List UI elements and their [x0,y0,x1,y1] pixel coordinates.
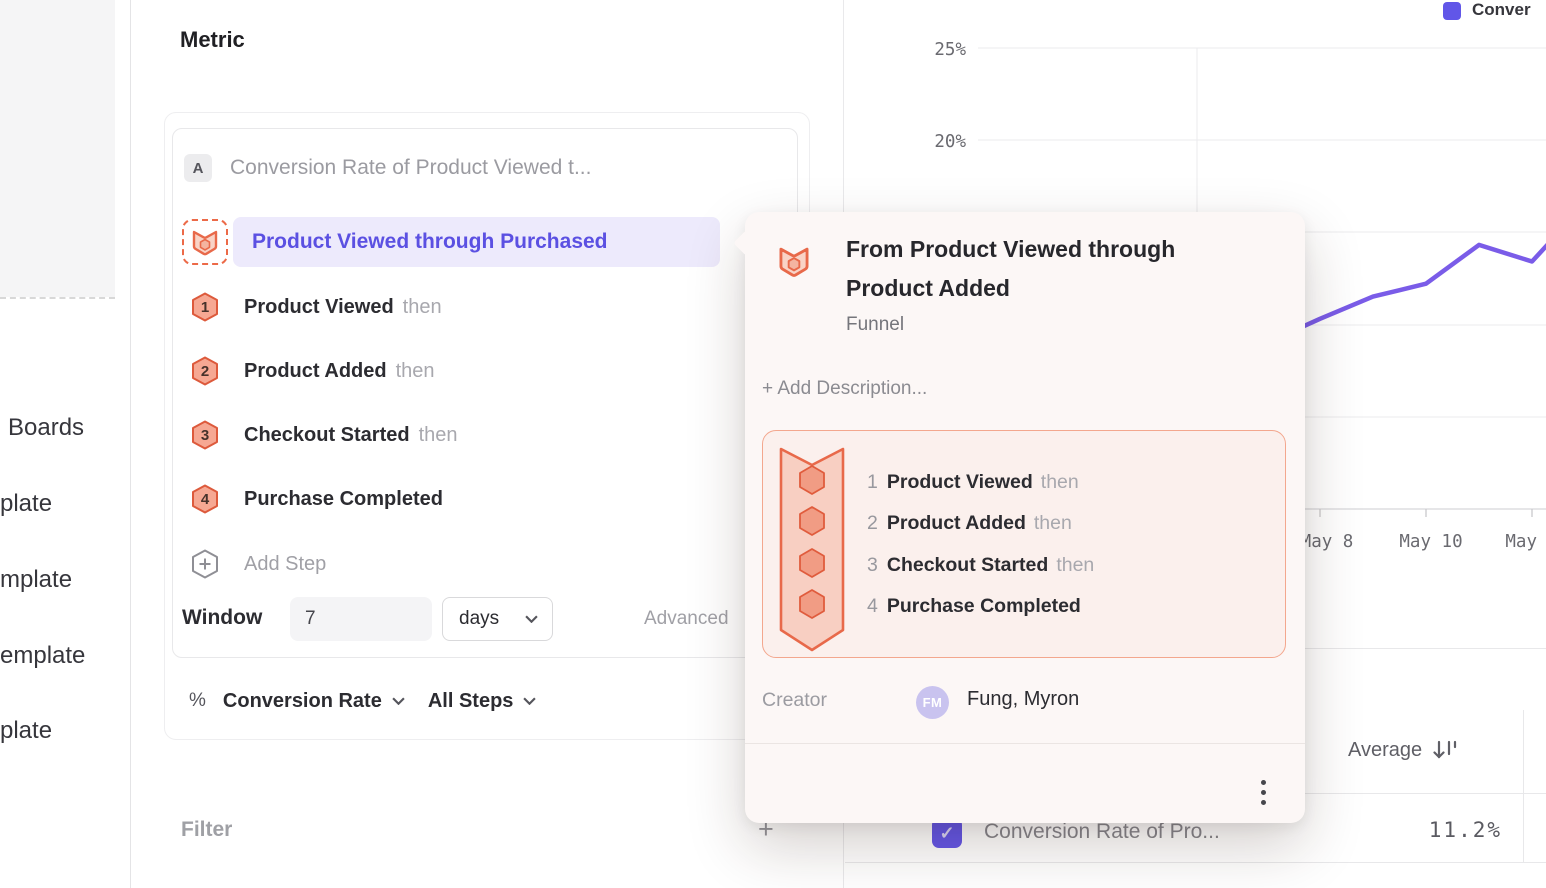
average-header-label: Average [1348,739,1422,762]
kebab-dot [1261,800,1266,805]
sidebar-item-template-4[interactable]: plate [0,716,52,746]
step-2-badge-icon: 2 [191,356,219,386]
steps-scope-dropdown[interactable]: All Steps [428,690,537,713]
window-unit-select[interactable]: days [442,597,553,641]
chevron-down-icon [392,697,405,705]
sidebar-item-template-1[interactable]: plate [0,489,52,519]
window-label: Window [182,606,262,630]
percent-icon: % [189,690,206,712]
funnel-event-icon[interactable] [182,219,228,265]
table-row-series-label: Conversion Rate of Pro... [984,820,1220,844]
chevron-down-icon [523,697,536,705]
table-row-divider [845,862,1546,863]
measured-as-row: % Conversion Rate All Steps [189,688,559,714]
series-a-badge: A [184,154,212,182]
sidebar-item-template-2[interactable]: mplate [0,565,72,595]
popover-step-2: 2 Product Added then [867,510,1072,536]
kebab-dot [1261,790,1266,795]
creator-name: Fung, Myron [967,688,1079,711]
left-sidebar: Boards plate mplate emplate plate [0,0,131,888]
step-3-badge-icon: 3 [191,420,219,450]
funnel-step-2[interactable]: 2 Product Added then [191,356,435,386]
step-4-badge-icon: 4 [191,484,219,514]
series-name: Conversion Rate of Product Viewed t... [230,156,591,180]
overflow-menu-button[interactable] [1243,772,1283,812]
add-step-label: Add Step [244,553,326,576]
y-tick-label: 20% [934,132,966,152]
add-description-button[interactable]: + Add Description... [762,378,927,400]
chevron-down-icon [525,615,538,623]
legend-label: Conver [1472,0,1531,20]
funnel-shield-icon [775,242,813,285]
funnel-step-4[interactable]: 4 Purchase Completed [191,484,452,514]
legend-item[interactable]: Conver [1443,0,1531,20]
add-step-hexagon-plus-icon [191,549,219,579]
sidebar-collapsed-block [0,0,115,297]
x-tick-label: May 8 [1301,532,1354,552]
advanced-button[interactable]: Advanced [644,608,729,630]
sidebar-dashed-divider [0,297,115,299]
sidebar-item-boards[interactable]: Boards [8,413,84,443]
metric-section-title: Metric [180,27,245,53]
funnel-step-1[interactable]: 1 Product Viewed then [191,292,442,322]
y-tick-label: 25% [934,40,966,60]
sidebar-item-template-3[interactable]: emplate [0,641,85,671]
funnel-banner-icon [779,446,845,654]
creator-label: Creator [762,689,827,712]
step-name: Product Added [244,360,387,383]
sort-descending-icon [1433,738,1458,762]
conversion-rate-line [1267,204,1546,343]
step-name: Purchase Completed [244,488,443,511]
popover-step-4: 4 Purchase Completed [867,593,1089,619]
funnel-step-3[interactable]: 3 Checkout Started then [191,420,458,450]
window-unit-value: days [459,608,499,630]
funnel-shield-icon [189,226,221,258]
chart-x-ticks [1320,509,1532,517]
average-column-header[interactable]: Average [1348,738,1458,762]
legend-swatch-icon [1443,2,1461,20]
filter-section-title: Filter [181,818,232,842]
popover-step-3: 3 Checkout Started then [867,552,1094,578]
x-tick-label: May 12 [1505,532,1546,552]
step-1-badge-icon: 1 [191,292,219,322]
kebab-dot [1261,780,1266,785]
selected-event-pill[interactable]: Product Viewed through Purchased [233,217,720,267]
measure-type-dropdown[interactable]: Conversion Rate [223,690,405,713]
step-connector: then [419,424,458,447]
x-tick-label: May 10 [1399,532,1462,552]
table-row-average-value: 11.2% [1380,818,1502,842]
popover-type-label: Funnel [846,314,904,336]
popover-funnel-steps-card: 1 Product Viewed then 2 Product Added th… [762,430,1286,658]
step-name: Product Viewed [244,296,394,319]
step-connector: then [396,360,435,383]
step-name: Checkout Started [244,424,410,447]
popover-divider [745,743,1305,744]
popover-title: From Product Viewed through Product Adde… [846,230,1246,308]
creator-avatar: FM [916,686,949,719]
popover-step-1: 1 Product Viewed then [867,469,1079,495]
window-value-input[interactable] [290,597,432,641]
funnel-details-popover: From Product Viewed through Product Adde… [745,212,1305,823]
step-connector: then [403,296,442,319]
table-column-separator [1523,710,1524,862]
add-step-button[interactable]: Add Step [191,549,326,579]
